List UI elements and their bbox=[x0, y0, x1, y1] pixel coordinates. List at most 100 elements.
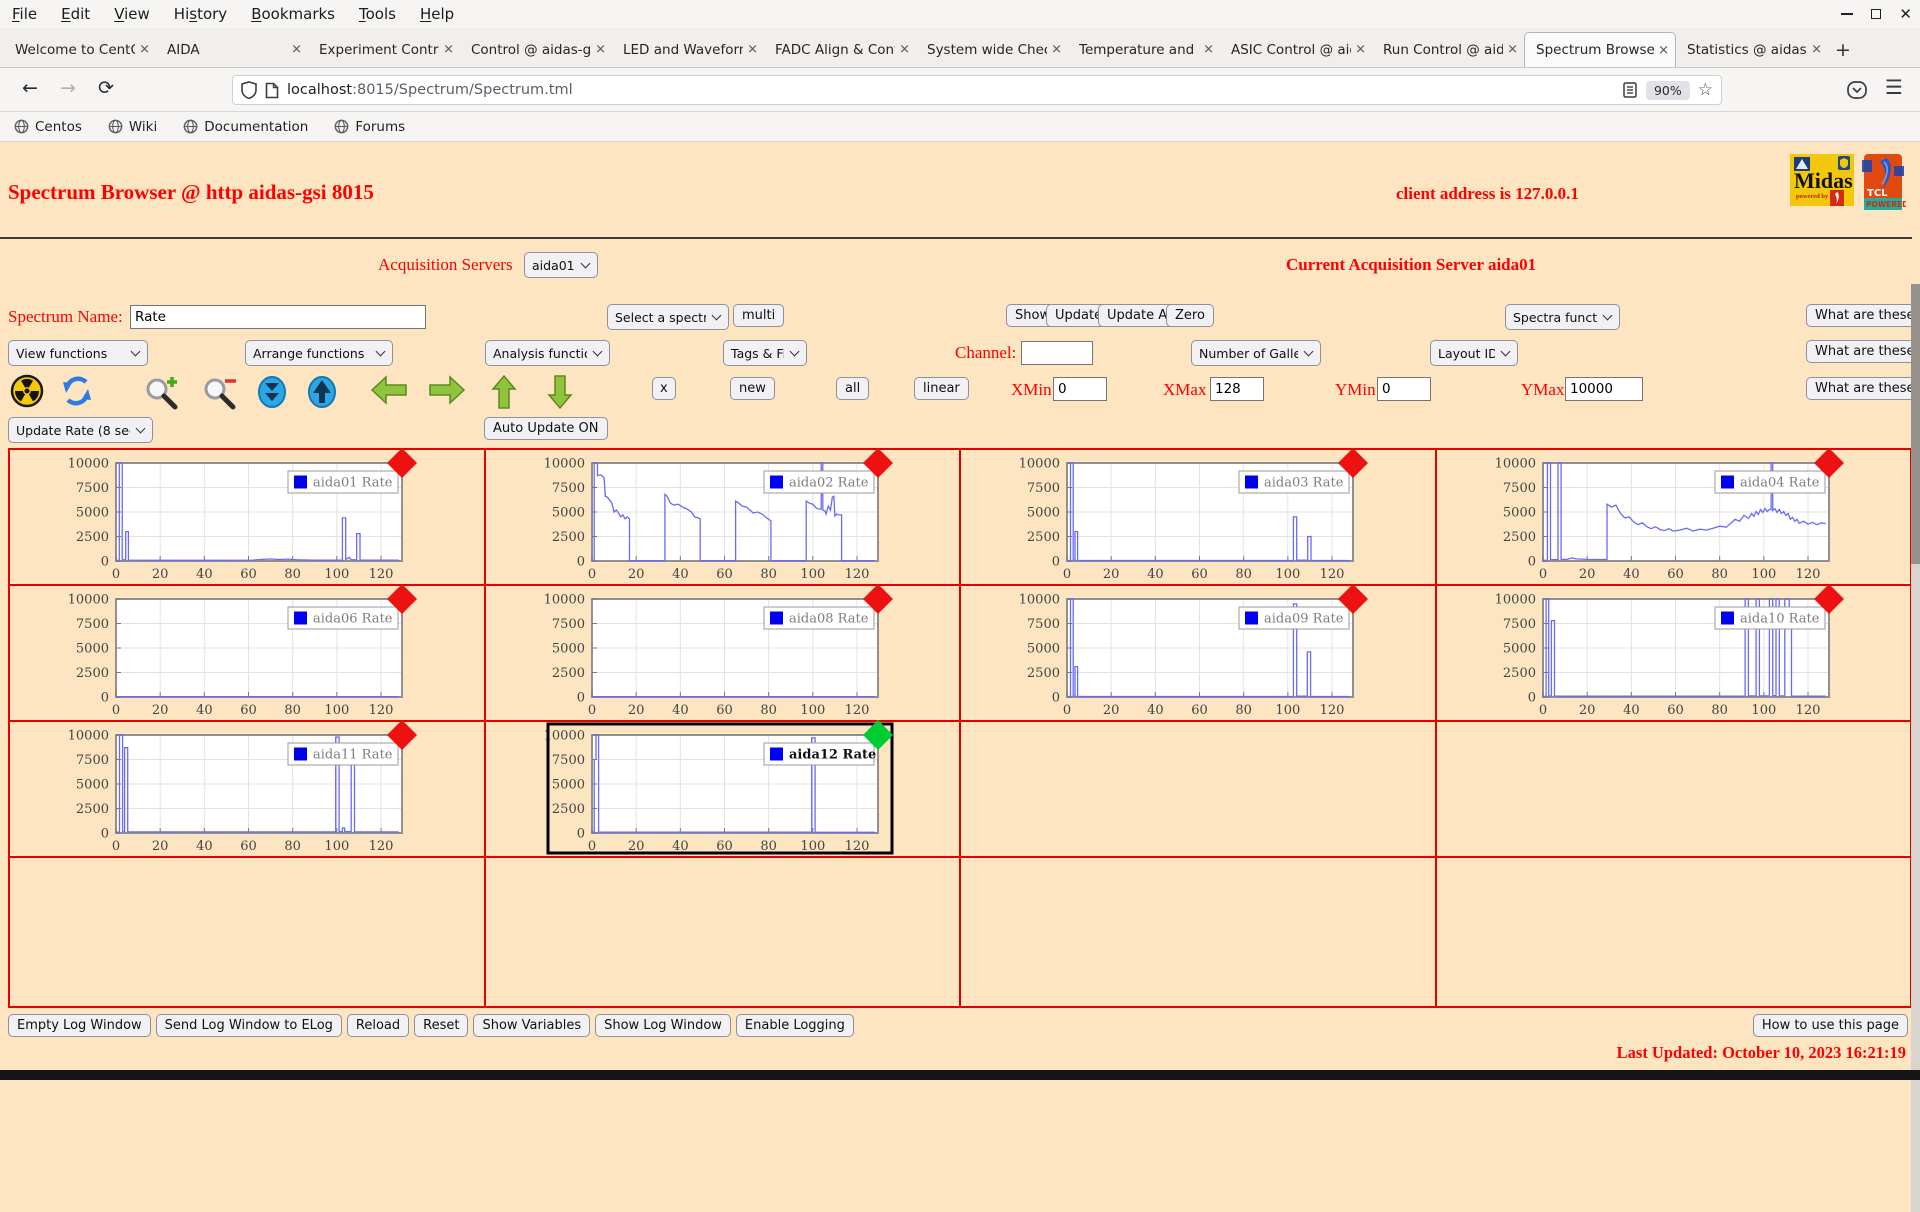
reset-button[interactable]: Reset bbox=[414, 1014, 468, 1037]
tab-run-control-aida[interactable]: Run Control @ aida× bbox=[1372, 32, 1524, 67]
hamburger-menu-icon[interactable]: ☰ bbox=[1885, 75, 1903, 99]
reload-button[interactable]: Reload bbox=[347, 1014, 409, 1037]
tab-close-icon[interactable]: × bbox=[1203, 42, 1214, 57]
channel-input[interactable] bbox=[1021, 341, 1093, 365]
tags-fits-dropdown[interactable]: Tags & Fits bbox=[723, 340, 807, 366]
ymax-input[interactable] bbox=[1565, 377, 1643, 401]
what-are-these-button-3[interactable]: What are these? bbox=[1806, 377, 1920, 400]
gallery-cell-aida09-rate[interactable]: 020406080100120025005000750010000aida09 … bbox=[961, 586, 1435, 720]
refresh-icon[interactable] bbox=[60, 374, 94, 413]
new-tab-button[interactable]: + bbox=[1828, 32, 1858, 67]
menu-tools[interactable]: Tools bbox=[359, 5, 396, 23]
linear-button[interactable]: linear bbox=[914, 377, 969, 400]
tab-close-icon[interactable]: × bbox=[1355, 42, 1366, 57]
shield-icon[interactable] bbox=[241, 81, 257, 99]
tab-fadc-align-cont[interactable]: FADC Align & Cont× bbox=[764, 32, 916, 67]
ymin-input[interactable] bbox=[1377, 377, 1431, 401]
menu-bookmarks[interactable]: Bookmarks bbox=[251, 5, 335, 23]
new-button[interactable]: new bbox=[730, 377, 775, 400]
maximize-icon[interactable] bbox=[1871, 9, 1881, 19]
arrow-down-icon[interactable] bbox=[546, 374, 574, 415]
tab-experiment-contro[interactable]: Experiment Contro× bbox=[308, 32, 460, 67]
zoom-in-icon[interactable] bbox=[144, 374, 184, 415]
gallery-cell-aida11-rate[interactable]: 020406080100120025005000750010000aida11 … bbox=[10, 722, 484, 856]
back-icon[interactable]: ← bbox=[22, 77, 38, 99]
gallery-cell-aida03-rate[interactable]: 020406080100120025005000750010000aida03 … bbox=[961, 450, 1435, 584]
spectra-functions-dropdown[interactable]: Spectra functions bbox=[1505, 304, 1620, 330]
enable-logging-button[interactable]: Enable Logging bbox=[736, 1014, 854, 1037]
bookmark-documentation[interactable]: Documentation bbox=[183, 119, 308, 135]
gallery-cell-aida08-rate[interactable]: 020406080100120025005000750010000aida08 … bbox=[486, 586, 960, 720]
gallery-cell-aida06-rate[interactable]: 020406080100120025005000750010000aida06 … bbox=[10, 586, 484, 720]
tab-close-icon[interactable]: × bbox=[595, 42, 606, 57]
empty-log-window-button[interactable]: Empty Log Window bbox=[8, 1014, 151, 1037]
close-icon[interactable]: ✕ bbox=[1899, 7, 1912, 22]
radiation-icon[interactable] bbox=[10, 374, 44, 413]
bookmark-forums[interactable]: Forums bbox=[334, 119, 405, 135]
tab-control-aidas-gs[interactable]: Control @ aidas-gs× bbox=[460, 32, 612, 67]
tab-close-icon[interactable]: × bbox=[1051, 42, 1062, 57]
collapse-icon[interactable] bbox=[255, 374, 289, 415]
tab-statistics-aidas-c[interactable]: Statistics @ aidas-c× bbox=[1676, 32, 1828, 67]
gallery-cell-aida01-rate[interactable]: 020406080100120025005000750010000aida01 … bbox=[10, 450, 484, 584]
what-are-these-button-2[interactable]: What are these? bbox=[1806, 340, 1920, 363]
menu-help[interactable]: Help bbox=[420, 5, 454, 23]
zero-button[interactable]: Zero bbox=[1166, 304, 1214, 327]
select-spectrum-dropdown[interactable]: Select a spectrum bbox=[607, 304, 729, 330]
tab-temperature-and-s[interactable]: Temperature and s× bbox=[1068, 32, 1220, 67]
layout-id-dropdown[interactable]: Layout ID=1 bbox=[1430, 340, 1518, 366]
tab-spectrum-browse[interactable]: Spectrum Browse× bbox=[1524, 32, 1676, 67]
reader-view-icon[interactable] bbox=[1623, 82, 1638, 98]
xmin-input[interactable] bbox=[1053, 377, 1107, 401]
arrow-right-icon[interactable] bbox=[428, 374, 466, 411]
zoom-level-badge[interactable]: 90% bbox=[1646, 81, 1690, 100]
menu-history[interactable]: History bbox=[174, 5, 227, 23]
show-variables-button[interactable]: Show Variables bbox=[473, 1014, 590, 1037]
url-text[interactable]: localhost:8015/Spectrum/Spectrum.tml bbox=[287, 82, 1615, 98]
x-button[interactable]: x bbox=[652, 377, 676, 400]
bookmark-star-icon[interactable]: ☆ bbox=[1698, 80, 1713, 100]
tab-close-icon[interactable]: × bbox=[747, 42, 758, 57]
view-functions-dropdown[interactable]: View functions bbox=[8, 340, 148, 366]
auto-update-button[interactable]: Auto Update ON bbox=[484, 417, 608, 440]
tab-close-icon[interactable]: × bbox=[443, 42, 454, 57]
how-to-use-button[interactable]: How to use this page bbox=[1753, 1014, 1908, 1037]
menu-view[interactable]: View bbox=[114, 5, 150, 23]
tab-asic-control-aid[interactable]: ASIC Control @ aid× bbox=[1220, 32, 1372, 67]
tab-led-and-waveform[interactable]: LED and Waveform× bbox=[612, 32, 764, 67]
what-are-these-button-1[interactable]: What are these? bbox=[1806, 304, 1920, 327]
analysis-functions-dropdown[interactable]: Analysis functions bbox=[485, 340, 610, 366]
number-of-galleries-dropdown[interactable]: Number of Galleries bbox=[1191, 340, 1321, 366]
acquisition-server-select[interactable]: aida01 bbox=[524, 252, 598, 278]
menu-edit[interactable]: Edit bbox=[61, 5, 90, 23]
zoom-out-icon[interactable] bbox=[202, 374, 242, 415]
tab-system-wide-check[interactable]: System wide Check× bbox=[916, 32, 1068, 67]
expand-icon[interactable] bbox=[305, 374, 339, 415]
pocket-icon[interactable] bbox=[1845, 78, 1869, 102]
url-bar[interactable]: localhost:8015/Spectrum/Spectrum.tml 90%… bbox=[232, 75, 1722, 105]
tab-close-icon[interactable]: × bbox=[139, 42, 150, 57]
gallery-cell-aida02-rate[interactable]: 020406080100120025005000750010000aida02 … bbox=[486, 450, 960, 584]
tab-close-icon[interactable]: × bbox=[1507, 42, 1518, 57]
scrollbar-thumb[interactable] bbox=[1911, 284, 1920, 564]
tab-close-icon[interactable]: × bbox=[1658, 43, 1669, 58]
tcl-powered-logo[interactable]: TCL POWERED bbox=[1860, 152, 1906, 212]
tab-aida[interactable]: AIDA× bbox=[156, 32, 308, 67]
gallery-cell-aida12-rate[interactable]: 020406080100120025005000750010000aida12 … bbox=[486, 722, 960, 856]
gallery-cell-aida04-rate[interactable]: 020406080100120025005000750010000aida04 … bbox=[1437, 450, 1911, 584]
spectrum-name-input[interactable] bbox=[130, 305, 426, 329]
update-rate-dropdown[interactable]: Update Rate (8 secs) bbox=[8, 417, 153, 443]
reload-icon[interactable]: ⟳ bbox=[98, 77, 114, 99]
tab-close-icon[interactable]: × bbox=[291, 42, 302, 57]
arrow-up-icon[interactable] bbox=[490, 374, 518, 415]
arrange-functions-dropdown[interactable]: Arrange functions bbox=[245, 340, 393, 366]
menu-file[interactable]: File bbox=[12, 5, 37, 23]
minimize-icon[interactable] bbox=[1841, 13, 1853, 15]
bookmark-wiki[interactable]: Wiki bbox=[108, 119, 157, 135]
tab-welcome-to-cento[interactable]: Welcome to CentO× bbox=[4, 32, 156, 67]
send-log-window-to-elog-button[interactable]: Send Log Window to ELog bbox=[156, 1014, 342, 1037]
arrow-left-icon[interactable] bbox=[370, 374, 408, 411]
bookmark-centos[interactable]: Centos bbox=[14, 119, 82, 135]
tab-close-icon[interactable]: × bbox=[1811, 42, 1822, 57]
xmax-input[interactable] bbox=[1210, 377, 1264, 401]
